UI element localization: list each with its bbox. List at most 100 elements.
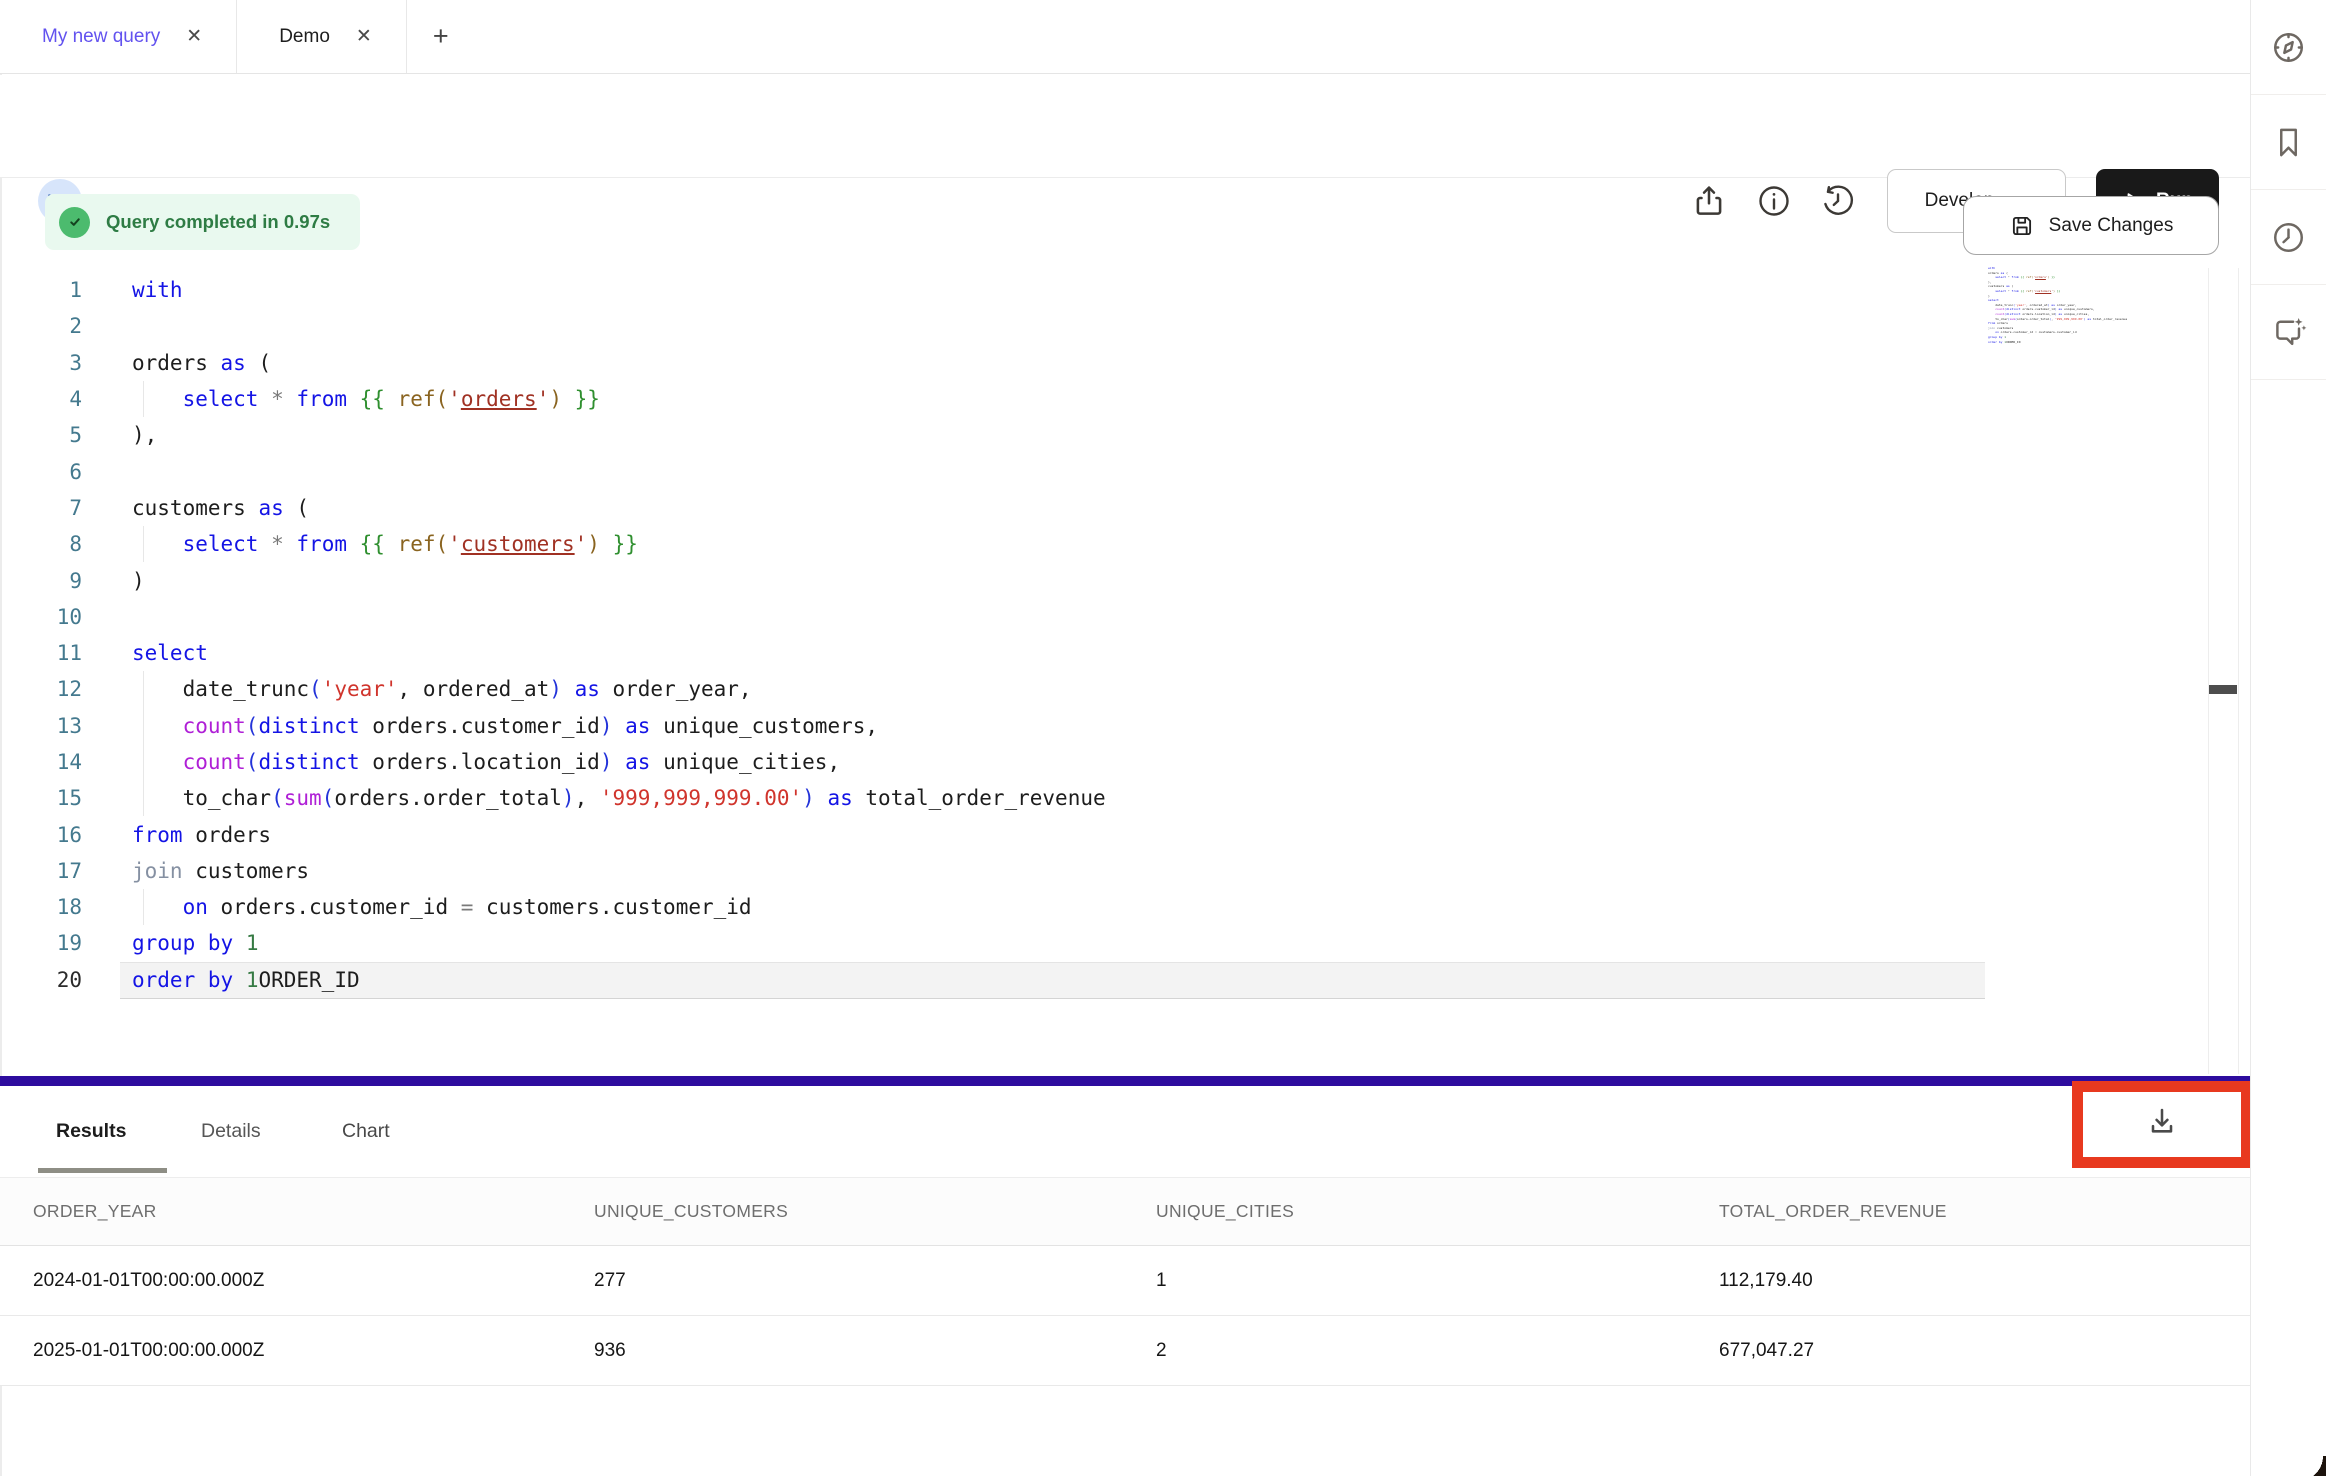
sidebar-item-ai-chat[interactable] — [2251, 285, 2326, 380]
code-line: 8 select * from {{ ref('customers') }} — [0, 526, 2200, 562]
code-line: 9) — [0, 562, 2200, 598]
tab-results[interactable]: Results — [56, 1086, 126, 1177]
current-line-highlight — [120, 962, 1985, 999]
clock-icon — [2270, 219, 2307, 256]
code-text: with — [132, 272, 183, 308]
code-line: 1 with — [0, 272, 2200, 308]
column-header: UNIQUE_CUSTOMERS — [594, 1201, 1156, 1222]
table-body: 2024-01-01T00:00:00.000Z2771112,179.4020… — [0, 1246, 2250, 1386]
bookmark-icon — [2270, 124, 2307, 161]
code-text: customers as ( — [132, 490, 309, 526]
code-text: date_trunc('year', ordered_at) as order_… — [132, 671, 752, 707]
line-number: 11 — [0, 641, 82, 665]
line-number: 5 — [0, 423, 82, 447]
code-line: 4 select * from {{ ref('orders') }} — [0, 381, 2200, 417]
line-number: 15 — [0, 786, 82, 810]
table-cell: 2024-01-01T00:00:00.000Z — [0, 1270, 594, 1292]
line-number: 13 — [0, 714, 82, 738]
code-line: 13 count(distinct orders.customer_id) as… — [0, 708, 2200, 744]
tab-bar: My new query ✕ Demo ✕ + — [0, 0, 2250, 74]
scrollbar-track-line — [2208, 268, 2209, 1074]
code-line: 12 date_trunc('year', ordered_at) as ord… — [0, 671, 2200, 707]
table-cell: 112,179.40 — [1719, 1270, 2250, 1292]
line-number: 9 — [0, 569, 82, 593]
scrollbar-thumb[interactable] — [2209, 685, 2237, 694]
sql-ide-window: My new query ✕ Demo ✕ + MS Your query — [0, 0, 2326, 1476]
chat-sparkles-icon — [2270, 314, 2307, 351]
sidebar-item-explore[interactable] — [2251, 0, 2326, 95]
line-number: 18 — [0, 895, 82, 919]
query-status-banner: Query completed in 0.97s — [45, 194, 360, 250]
history-icon[interactable] — [1820, 183, 1856, 219]
compass-icon — [2270, 29, 2307, 66]
code-text: select — [132, 635, 208, 671]
share-icon[interactable] — [1691, 183, 1727, 219]
line-number: 10 — [0, 605, 82, 629]
code-line: 10 — [0, 599, 2200, 635]
code-text: group by 1 — [132, 925, 258, 961]
active-tab-underline — [38, 1168, 167, 1173]
code-line: 19 group by 1 — [0, 925, 2200, 961]
table-row[interactable]: 2024-01-01T00:00:00.000Z2771112,179.40 — [0, 1246, 2250, 1316]
status-text: Query completed in 0.97s — [106, 211, 330, 233]
sidebar-item-bookmarks[interactable] — [2251, 95, 2326, 190]
line-number: 8 — [0, 532, 82, 556]
save-label: Save Changes — [2049, 215, 2174, 237]
table-header-row: ORDER_YEARUNIQUE_CUSTOMERSUNIQUE_CITIEST… — [0, 1178, 2250, 1246]
table-row[interactable]: 2025-01-01T00:00:00.000Z9362677,047.27 — [0, 1316, 2250, 1386]
code-line: 18 on orders.customer_id = customers.cus… — [0, 889, 2200, 925]
line-number: 19 — [0, 931, 82, 955]
code-text: count(distinct orders.customer_id) as un… — [132, 708, 878, 744]
code-text: select * from {{ ref('orders') }} — [132, 381, 600, 417]
sidebar-item-history[interactable] — [2251, 190, 2326, 285]
code-line: 3 orders as ( — [0, 345, 2200, 381]
window-rounded-corner — [2298, 1456, 2326, 1476]
code-text: count(distinct orders.location_id) as un… — [132, 744, 840, 780]
sql-code-editor[interactable]: 1with23orders as (4 select * from {{ ref… — [0, 272, 2200, 998]
code-text: on orders.customer_id = customers.custom… — [132, 889, 752, 925]
new-tab-button[interactable]: + — [407, 0, 475, 73]
table-cell: 677,047.27 — [1719, 1340, 2250, 1362]
query-header: MS Your query Develop Run — [0, 75, 2250, 178]
close-icon[interactable]: ✕ — [186, 27, 202, 46]
tab-chart[interactable]: Chart — [342, 1086, 390, 1177]
code-text: join customers — [132, 853, 309, 889]
info-icon[interactable] — [1756, 183, 1792, 219]
line-number: 3 — [0, 351, 82, 375]
code-line: 2 — [0, 308, 2200, 344]
code-line: 17join customers — [0, 853, 2200, 889]
tab-demo[interactable]: Demo ✕ — [237, 0, 407, 73]
table-cell: 1 — [1156, 1270, 1719, 1292]
code-line: 7 customers as ( — [0, 490, 2200, 526]
code-line: 16from orders — [0, 816, 2200, 852]
line-number: 20 — [0, 968, 82, 992]
table-cell: 2 — [1156, 1340, 1719, 1362]
code-line: 6 — [0, 453, 2200, 489]
editor-minimap[interactable]: withorders as ( select * from {{ ref('or… — [1988, 266, 2138, 344]
column-header: TOTAL_ORDER_REVENUE — [1719, 1201, 2250, 1222]
code-text: select * from {{ ref('customers') }} — [132, 526, 638, 562]
download-results-button[interactable] — [2144, 1104, 2180, 1145]
table-cell: 936 — [594, 1340, 1156, 1362]
column-header: ORDER_YEAR — [0, 1201, 594, 1222]
code-text: ), — [132, 417, 157, 453]
close-icon[interactable]: ✕ — [356, 27, 372, 46]
code-line: 15 to_char(sum(orders.order_total), '999… — [0, 780, 2200, 816]
line-number: 14 — [0, 750, 82, 774]
line-number: 4 — [0, 387, 82, 411]
line-number: 7 — [0, 496, 82, 520]
right-sidebar — [2250, 0, 2326, 1476]
code-text: orders as ( — [132, 345, 271, 381]
annotation-highlight-box — [2072, 1081, 2252, 1168]
save-icon — [2009, 213, 2035, 239]
tab-label: My new query — [42, 26, 160, 48]
code-line: 5), — [0, 417, 2200, 453]
code-text: order by 1ORDER_ID — [132, 962, 360, 998]
tab-my-new-query[interactable]: My new query ✕ — [0, 0, 237, 73]
table-cell: 2025-01-01T00:00:00.000Z — [0, 1340, 594, 1362]
save-changes-button[interactable]: Save Changes — [1963, 196, 2219, 255]
panel-resize-divider[interactable] — [0, 1076, 2250, 1086]
check-circle-icon — [59, 207, 90, 238]
tab-details[interactable]: Details — [201, 1086, 261, 1177]
line-number: 1 — [0, 278, 82, 302]
